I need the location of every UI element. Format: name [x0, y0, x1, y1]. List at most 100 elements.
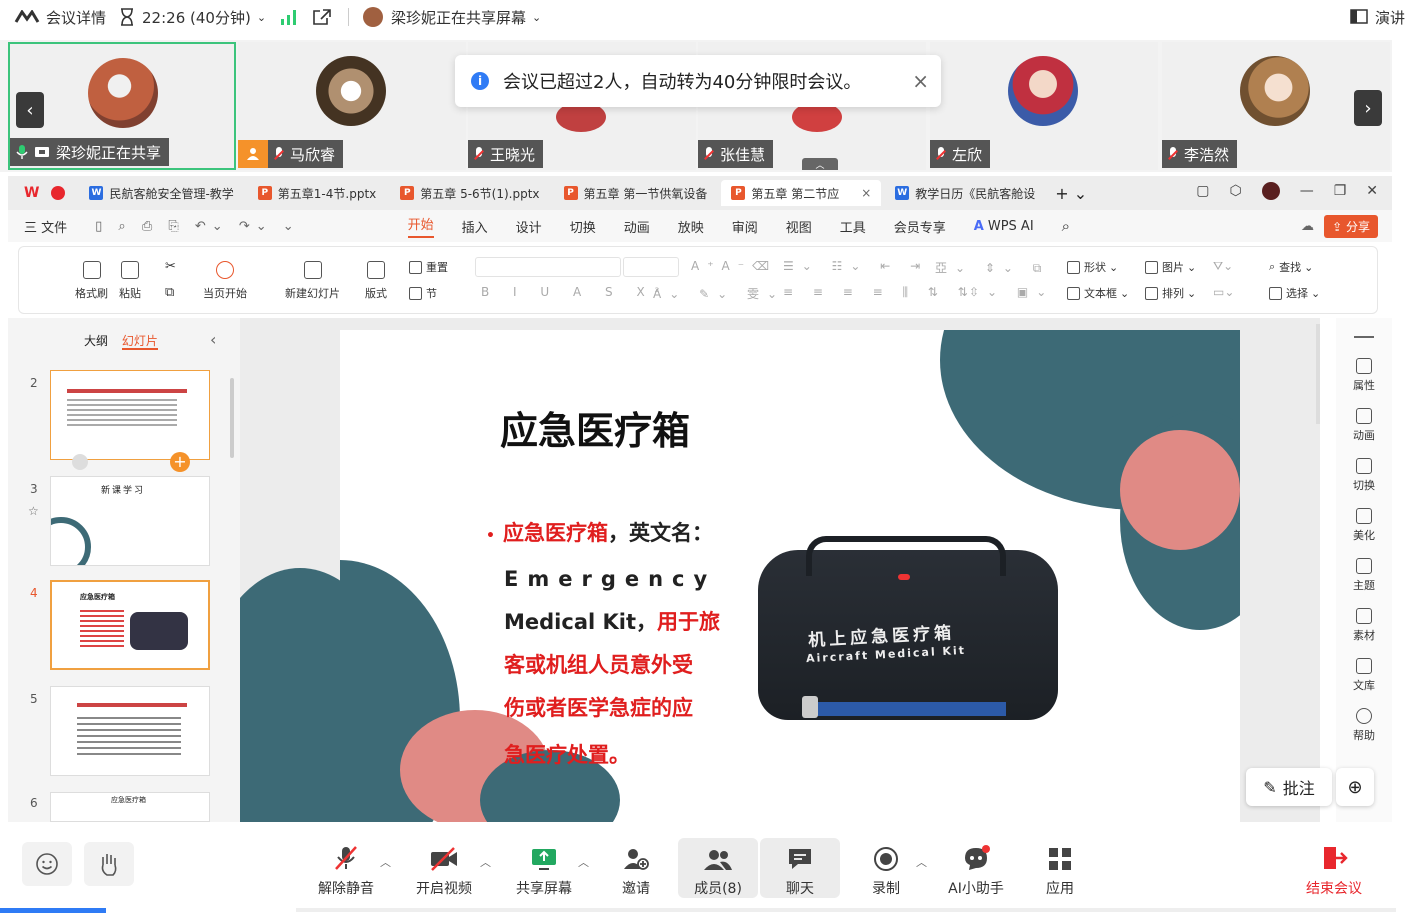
scrollbar[interactable] — [230, 378, 234, 458]
new-tab-icon[interactable]: + ⌄ — [1055, 184, 1087, 203]
user-avatar[interactable] — [1261, 182, 1280, 200]
text-format-tools-icon[interactable]: B I U A S X² — [481, 285, 669, 299]
tab-view[interactable]: 视图 — [786, 217, 812, 236]
scrollbar[interactable] — [1316, 324, 1320, 424]
tab-design[interactable]: 设计 — [516, 217, 542, 236]
material-button[interactable]: 素材 — [1336, 608, 1392, 643]
font-size-select[interactable] — [623, 257, 679, 277]
annotate-button[interactable]: ✎ 批注 — [1246, 768, 1332, 806]
next-page-button[interactable]: › — [1354, 90, 1382, 126]
apps-button[interactable]: 应用 — [1020, 838, 1100, 898]
spacing-tools-icon[interactable]: ⇳⌄ ▣⌄ — [969, 285, 1054, 299]
share-button[interactable]: ⇪ 分享 — [1324, 214, 1378, 238]
collapse-strip-icon[interactable]: ︿ — [802, 158, 838, 170]
cube-icon[interactable]: ⬡ — [1229, 183, 1241, 199]
properties-button[interactable]: 属性 — [1336, 358, 1392, 393]
popout-icon[interactable] — [312, 8, 332, 26]
select-button[interactable]: 选择 ⌄ — [1269, 285, 1320, 301]
chevron-up-icon[interactable]: ︿ — [480, 854, 491, 870]
tab-transition[interactable]: 切换 — [570, 217, 596, 236]
paste-button[interactable]: 粘贴 — [119, 261, 141, 301]
minimize-icon[interactable]: — — [1300, 183, 1314, 199]
members-button[interactable]: 成员(8) — [678, 838, 758, 898]
tab-slideshow[interactable]: 放映 — [678, 217, 704, 236]
start-video-button[interactable]: 开启视频 — [404, 838, 484, 898]
textbox-button[interactable]: 文本框 ⌄ — [1067, 285, 1129, 301]
zoom-in-button[interactable]: ⊕ — [1336, 768, 1374, 806]
medical-kit-image[interactable]: 机上应急医疗箱 Aircraft Medical Kit — [746, 526, 1068, 746]
prev-page-button[interactable]: ‹ — [16, 92, 44, 128]
share-screen-button[interactable]: 共享屏幕 — [504, 838, 584, 898]
raise-hand-button[interactable] — [84, 842, 134, 886]
file-menu[interactable]: 三 文件 — [24, 217, 67, 236]
sharing-status[interactable]: 梁珍妮正在共享屏幕 ⌄ — [363, 7, 541, 28]
theme-button[interactable]: 主题 — [1336, 558, 1392, 593]
slide-thumbnail[interactable]: 新课学习 — [50, 476, 210, 566]
slide-thumbnail[interactable]: 应急医疗箱 — [50, 792, 210, 822]
doc-tab[interactable]: W 民航客舱安全管理-教学 — [79, 180, 243, 206]
find-button[interactable]: ⌕ 查找 ⌄ — [1269, 259, 1313, 275]
arrange-button[interactable]: 排列 ⌄ — [1145, 285, 1196, 301]
cloud-icon[interactable]: ☁ — [1301, 219, 1314, 234]
animation-button[interactable]: 动画 — [1336, 408, 1392, 443]
participant-tile[interactable]: 左欣 — [930, 42, 1158, 170]
close-tab-icon[interactable]: × — [861, 186, 871, 200]
end-meeting-button[interactable]: 结束会议 — [1294, 838, 1374, 898]
participant-tile[interactable]: 梁珍妮正在共享 ‹ — [8, 42, 236, 170]
tab-animation[interactable]: 动画 — [624, 217, 650, 236]
invite-button[interactable]: 邀请 — [596, 838, 676, 898]
play-thumb-icon[interactable] — [72, 454, 88, 470]
doc-tab[interactable]: P 第五章1-4节.pptx — [248, 180, 386, 206]
tab-tools[interactable]: 工具 — [840, 217, 866, 236]
window-tile-icon[interactable]: ▢ — [1196, 183, 1209, 199]
slide-thumbnail[interactable] — [50, 370, 210, 460]
format-painter-button[interactable]: 格式刷 — [75, 261, 108, 301]
help-button[interactable]: 帮助 — [1336, 708, 1392, 743]
tab-home[interactable]: 开始 — [407, 214, 434, 238]
tab-slides[interactable]: 幻灯片 — [121, 334, 158, 350]
chevron-up-icon[interactable]: ︿ — [916, 854, 927, 870]
transition-button[interactable]: 切换 — [1336, 458, 1392, 493]
beautify-button[interactable]: 美化 — [1336, 508, 1392, 543]
presenter-view-button[interactable]: 演讲 — [1349, 7, 1405, 28]
slide-thumbnail[interactable] — [50, 686, 210, 776]
chevron-up-icon[interactable]: ︿ — [380, 854, 391, 870]
signal-strength-icon[interactable] — [280, 9, 298, 25]
quick-access-toolbar[interactable]: ▯ ⌕ ⎙ ⎘ ↶⌄ ↷⌄ ⌄ — [95, 219, 300, 234]
search-icon[interactable]: ⌕ — [1062, 217, 1070, 235]
scissors-icon[interactable]: ✂ — [165, 259, 176, 274]
unmute-button[interactable]: 解除静音 — [306, 838, 386, 898]
list-tools-icon[interactable]: ☰⌄ ☷⌄ ⇤ ⇥ — [783, 259, 928, 273]
reset-button[interactable]: 重置 — [409, 259, 448, 275]
picture-button[interactable]: 图片 ⌄ — [1145, 259, 1196, 275]
chat-button[interactable]: 聊天 — [760, 838, 840, 898]
outline-tools-icon[interactable]: ▭⌄ — [1213, 285, 1234, 299]
add-slide-icon[interactable]: + — [170, 452, 190, 472]
shape-button[interactable]: 形状 ⌄ — [1067, 259, 1118, 275]
doc-tab[interactable]: W 教学日历《民航客舱设 — [885, 180, 1045, 206]
doc-tab[interactable]: P 第五章 5-6节(1).pptx — [390, 180, 549, 206]
slide-thumbnail-selected[interactable]: 应急医疗箱 — [50, 580, 210, 670]
collapse-pane-icon[interactable]: ‹ — [210, 330, 216, 349]
tab-outline[interactable]: 大纲 — [84, 334, 108, 348]
slide-canvas[interactable]: 应急医疗箱 • 应急医疗箱，英文名： Emergency Medical Kit，… — [240, 318, 1320, 822]
record-button[interactable]: 录制 — [846, 838, 926, 898]
doc-tab[interactable]: P 第五章 第一节供氧设备 — [554, 180, 718, 206]
doc-tab-active[interactable]: P 第五章 第二节应 × — [721, 180, 882, 206]
fill-tools-icon[interactable]: ⛛⌄ — [1213, 259, 1233, 274]
section-button[interactable]: 节 — [409, 285, 437, 301]
paragraph-tools-icon[interactable]: 亞⌄ ⇕⌄ ⧉ — [935, 259, 1049, 276]
participant-tile[interactable]: 李浩然 › — [1162, 42, 1390, 170]
new-slide-button[interactable]: 新建幻灯片 — [285, 261, 340, 301]
ai-assistant-button[interactable]: AI小助手 — [936, 838, 1016, 898]
layout-button[interactable]: 版式 — [365, 261, 387, 301]
chevron-up-icon[interactable]: ︿ — [578, 854, 589, 870]
wps-docer-icon[interactable] — [51, 186, 66, 200]
font-color-tools-icon[interactable]: A⌄ ✎⌄ 雯⌄ — [653, 285, 785, 302]
align-tools-icon[interactable]: ≡ ≡ ≡ ≡ ⫼ ⇅ ⇅ — [783, 285, 976, 300]
menu-icon[interactable] — [1354, 336, 1374, 338]
tab-insert[interactable]: 插入 — [462, 217, 488, 236]
wps-ai-button[interactable]: A WPS AI — [974, 219, 1034, 234]
copy-icon[interactable]: ⧉ — [165, 285, 174, 300]
meeting-info-button[interactable]: 会议详情 — [14, 7, 106, 28]
